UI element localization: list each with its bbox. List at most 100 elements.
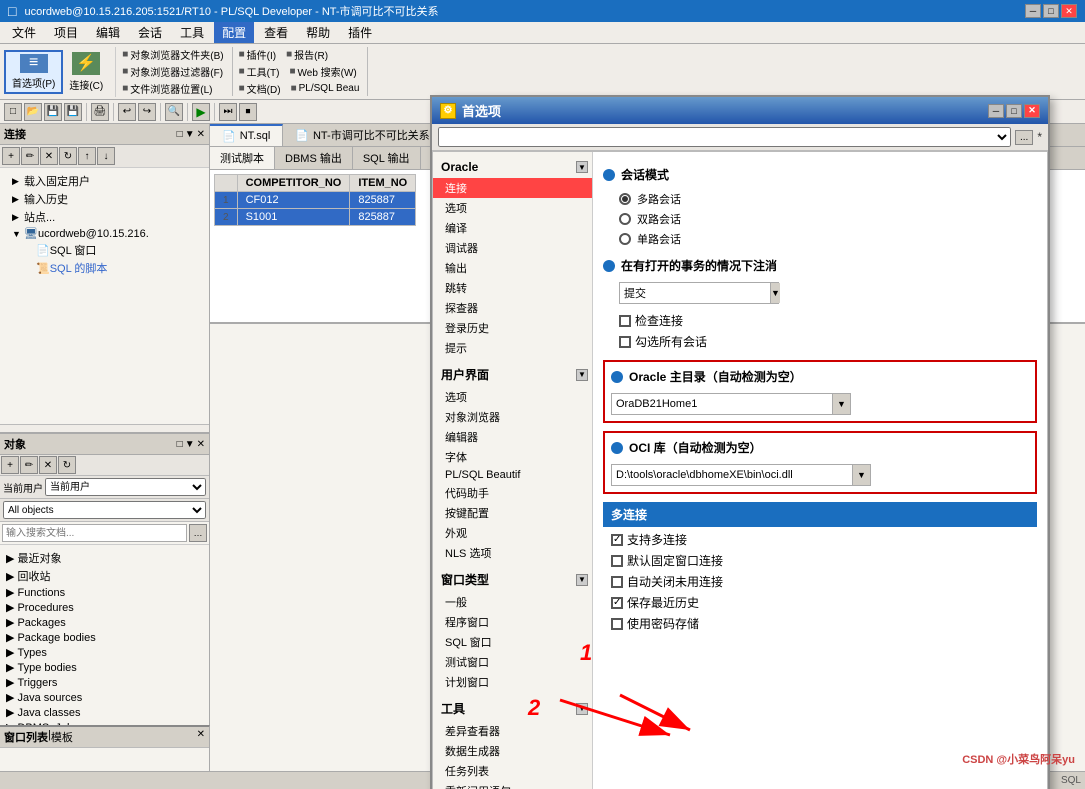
dialog-maximize-btn[interactable]: □ [1006, 104, 1022, 118]
default-fixed-option[interactable]: 默认固定窗口连接 [611, 552, 1037, 569]
oracle-home-header: Oracle 主目录（自动检测为空） [611, 368, 1029, 385]
oracle-item-profiler[interactable]: 探查器 [433, 298, 592, 318]
dialog-overlay: ⚙ 首选项 ─ □ ✕ ... * Oracle [0, 0, 1085, 789]
tools-section-label: 工具 [437, 698, 469, 719]
support-multi-label: 支持多连接 [627, 531, 687, 548]
ui-item-key-config[interactable]: 按键配置 [433, 503, 592, 523]
ui-item-beautif[interactable]: PL/SQL Beautif [433, 467, 592, 483]
oracle-profiler-label: 探查器 [445, 300, 478, 316]
ui-item-font[interactable]: 字体 [433, 447, 592, 467]
oracle-home-section: Oracle 主目录（自动检测为空） ▼ [603, 360, 1037, 423]
multi-connect-section: 多连接 [603, 502, 1037, 527]
oci-lib-input[interactable] [612, 467, 852, 483]
use-password-option[interactable]: 使用密码存储 [611, 615, 1037, 632]
check-connection-checkbox[interactable] [619, 315, 631, 327]
dialog-category-select[interactable] [438, 127, 1011, 147]
ui-item-code-helper[interactable]: 代码助手 [433, 483, 592, 503]
oracle-item-jump[interactable]: 跳转 [433, 278, 592, 298]
window-type-section: 窗口类型 ▼ 一般 程序窗口 SQL 窗口 测试窗口 计划窗口 [433, 567, 592, 692]
use-password-label: 使用密码存储 [627, 615, 699, 632]
transaction-dropdown-arrow[interactable]: ▼ [770, 283, 780, 303]
oracle-item-hints[interactable]: 提示 [433, 338, 592, 358]
support-multi-option[interactable]: 支持多连接 [611, 531, 1037, 548]
oci-lib-dropdown-arrow[interactable]: ▼ [852, 465, 870, 485]
ui-collapse-btn[interactable]: ▼ [576, 369, 588, 381]
select-all-sessions-option[interactable]: 勾选所有会话 [619, 333, 1037, 350]
save-history-option[interactable]: 保存最近历史 [611, 594, 1037, 611]
oracle-item-options[interactable]: 选项 [433, 198, 592, 218]
oracle-home-dropdown[interactable]: ▼ [611, 393, 851, 415]
dialog-title-bar: ⚙ 首选项 ─ □ ✕ [432, 97, 1048, 124]
ui-item-browser[interactable]: 对象浏览器 [433, 407, 592, 427]
transaction-dropdown[interactable]: ▼ [619, 282, 779, 304]
tools-item-recall[interactable]: 重新间用语句 [433, 781, 592, 789]
select-all-sessions-checkbox[interactable] [619, 336, 631, 348]
oracle-output-label: 输出 [445, 260, 467, 276]
ui-section-label: 用户界面 [437, 364, 493, 385]
oracle-options-label: 选项 [445, 200, 467, 216]
ui-item-nls[interactable]: NLS 选项 [433, 543, 592, 563]
dual-session-option[interactable]: 双路会话 [619, 211, 1037, 227]
oracle-item-login-history[interactable]: 登录历史 [433, 318, 592, 338]
single-session-option[interactable]: 单路会话 [619, 231, 1037, 247]
dialog-right-panel: 会话模式 多路会话 双路会话 单路会话 在有打开的事务的情况下注消 [593, 152, 1047, 789]
oracle-home-dropdown-arrow[interactable]: ▼ [832, 394, 850, 414]
oracle-jump-label: 跳转 [445, 280, 467, 296]
ui-item-appearance[interactable]: 外观 [433, 523, 592, 543]
window-type-program[interactable]: 程序窗口 [433, 612, 592, 632]
multi-session-option[interactable]: 多路会话 [619, 191, 1037, 207]
csdn-watermark: CSDN @小菜鸟阿呆yu [962, 751, 1075, 767]
dialog-title-text: 首选项 [462, 101, 501, 120]
oci-lib-dropdown[interactable]: ▼ [611, 464, 871, 486]
session-mode-bullet [603, 169, 615, 181]
ui-item-options[interactable]: 选项 [433, 387, 592, 407]
oracle-home-bullet [611, 371, 623, 383]
check-connection-label: 检查连接 [635, 312, 683, 329]
tools-collapse-btn[interactable]: ▼ [576, 703, 588, 715]
auto-close-checkbox[interactable] [611, 576, 623, 588]
dialog-close-btn[interactable]: ✕ [1024, 104, 1040, 118]
multi-session-label: 多路会话 [637, 191, 681, 207]
dual-session-radio[interactable] [619, 213, 631, 225]
check-connection-option[interactable]: 检查连接 [619, 312, 1037, 329]
oracle-debugger-label: 调试器 [445, 240, 478, 256]
tools-item-diff[interactable]: 差异查看器 [433, 721, 592, 741]
oracle-section-label: Oracle [437, 158, 482, 176]
oracle-item-debugger[interactable]: 调试器 [433, 238, 592, 258]
transaction-input[interactable] [620, 285, 770, 301]
tools-item-tasks[interactable]: 任务列表 [433, 761, 592, 781]
support-multi-checkbox[interactable] [611, 534, 623, 546]
window-type-label: 窗口类型 [437, 569, 493, 590]
window-type-general[interactable]: 一般 [433, 592, 592, 612]
oracle-home-input[interactable] [612, 396, 832, 412]
tools-item-datagen[interactable]: 数据生成器 [433, 741, 592, 761]
auto-close-option[interactable]: 自动关闭未用连接 [611, 573, 1037, 590]
select-all-sessions-label: 勾选所有会话 [635, 333, 707, 350]
oracle-item-connection[interactable]: 连接 [433, 178, 592, 198]
oracle-item-output[interactable]: 输出 [433, 258, 592, 278]
default-fixed-checkbox[interactable] [611, 555, 623, 567]
check-connection-row: 检查连接 勾选所有会话 [619, 312, 1037, 350]
window-type-plan[interactable]: 计划窗口 [433, 672, 592, 692]
dialog-minimize-btn[interactable]: ─ [988, 104, 1004, 118]
dialog-dots-btn[interactable]: ... [1015, 130, 1033, 145]
oci-lib-section: OCI 库（自动检测为空） ▼ [603, 431, 1037, 494]
oracle-collapse-btn[interactable]: ▼ [576, 161, 588, 173]
session-mode-header: 会话模式 [603, 166, 1037, 183]
window-type-sql[interactable]: SQL 窗口 [433, 632, 592, 652]
oracle-item-compile[interactable]: 编译 [433, 218, 592, 238]
single-session-radio[interactable] [619, 233, 631, 245]
window-type-collapse-btn[interactable]: ▼ [576, 574, 588, 586]
multi-session-radio[interactable] [619, 193, 631, 205]
transaction-bullet [603, 260, 615, 272]
ui-item-editor[interactable]: 编辑器 [433, 427, 592, 447]
oci-lib-bullet [611, 442, 623, 454]
preferences-dialog[interactable]: ⚙ 首选项 ─ □ ✕ ... * Oracle [430, 95, 1050, 789]
use-password-checkbox[interactable] [611, 618, 623, 630]
ui-section-header: 用户界面 ▼ [433, 362, 592, 387]
transaction-header: 在有打开的事务的情况下注消 [603, 257, 1037, 274]
transaction-title: 在有打开的事务的情况下注消 [621, 257, 777, 274]
tools-section-header: 工具 ▼ [433, 696, 592, 721]
window-type-test[interactable]: 测试窗口 [433, 652, 592, 672]
save-history-checkbox[interactable] [611, 597, 623, 609]
